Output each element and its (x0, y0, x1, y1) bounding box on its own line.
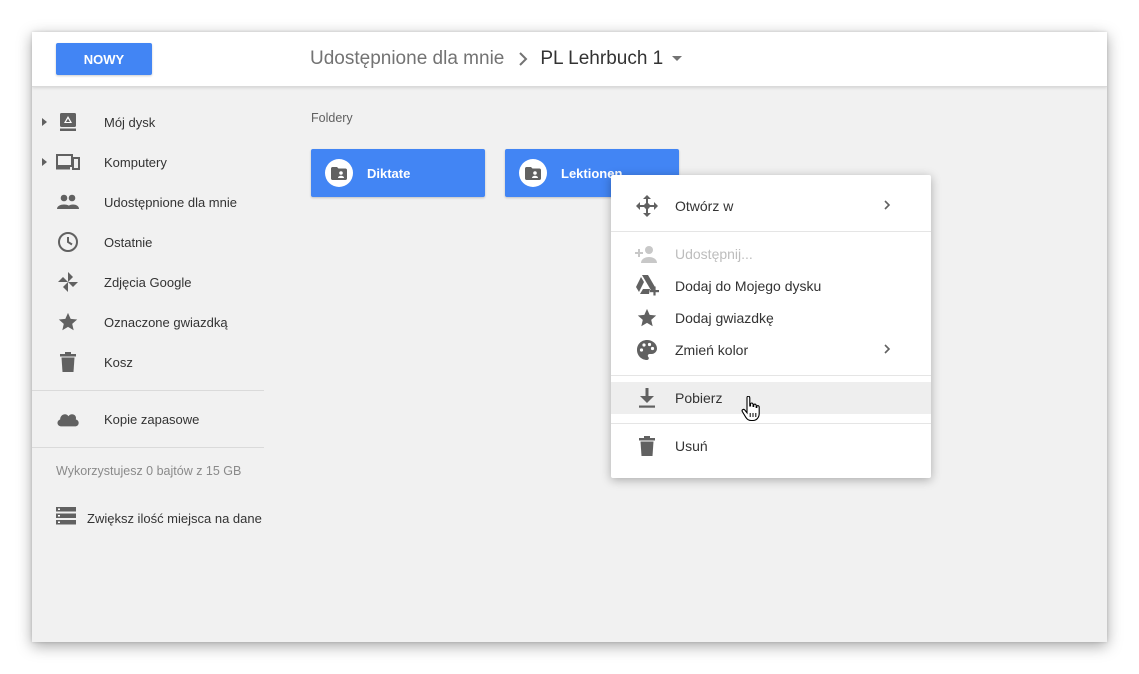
top-bar: NOWY Udostępnione dla mnie PL Lehrbuch 1 (32, 32, 1107, 87)
sidebar-item-label: Mój dysk (104, 115, 156, 130)
sidebar-item-shared[interactable]: Udostępnione dla mnie (32, 184, 272, 220)
clock-icon (56, 230, 80, 254)
my-drive-icon (56, 110, 80, 134)
menu-item-download[interactable]: Pobierz (611, 382, 931, 414)
folder-tile[interactable]: Diktate (311, 149, 485, 197)
sidebar-item-backups[interactable]: Kopie zapasowe (32, 401, 272, 437)
menu-item-delete[interactable]: Usuń (611, 430, 931, 462)
breadcrumb: Udostępnione dla mnie PL Lehrbuch 1 (310, 46, 683, 72)
upgrade-storage-label: Zwiększ ilość miejsca na dane (87, 510, 262, 526)
shared-folder-icon (325, 159, 353, 187)
breadcrumb-current[interactable]: PL Lehrbuch 1 (540, 48, 663, 70)
new-button[interactable]: NOWY (56, 43, 152, 75)
menu-divider (611, 423, 931, 424)
shared-people-icon (56, 190, 80, 214)
folders-heading: Foldery (311, 111, 353, 125)
download-icon (635, 386, 659, 410)
menu-item-label: Otwórz w (675, 198, 734, 214)
palette-icon (635, 338, 659, 362)
menu-item-add-star[interactable]: Dodaj gwiazdkę (611, 302, 931, 334)
storage-quota-text: Wykorzystujesz 0 bajtów z 15 GB (56, 464, 242, 478)
chevron-right-icon (883, 198, 891, 217)
sidebar-item-label: Zdjęcia Google (104, 275, 192, 290)
cloud-icon (56, 407, 80, 431)
sidebar-item-starred[interactable]: Oznaczone gwiazdką (32, 304, 272, 340)
sidebar-item-recent[interactable]: Ostatnie (32, 224, 272, 260)
menu-item-add-to-drive[interactable]: Dodaj do Mojego dysku (611, 270, 931, 302)
trash-icon (635, 434, 659, 458)
chevron-right-icon (518, 52, 528, 66)
upgrade-storage-link[interactable]: Zwiększ ilość miejsca na dane (56, 506, 262, 530)
menu-item-change-color[interactable]: Zmień kolor (611, 334, 931, 366)
sidebar-item-label: Kosz (104, 355, 133, 370)
breadcrumb-parent[interactable]: Udostępnione dla mnie (310, 48, 504, 70)
move-arrows-icon (635, 194, 659, 218)
computers-icon (56, 150, 80, 174)
menu-item-share: Udostępnij... (611, 238, 931, 270)
menu-divider (611, 231, 931, 232)
hand-cursor-icon (741, 395, 761, 427)
sidebar-item-label: Oznaczone gwiazdką (104, 315, 228, 330)
dropdown-arrow-icon[interactable] (672, 56, 683, 62)
trash-icon (56, 350, 80, 374)
menu-item-label: Usuń (675, 438, 708, 454)
sidebar-item-computers[interactable]: Komputery (32, 144, 272, 180)
menu-item-label: Pobierz (675, 390, 723, 406)
chevron-right-icon (883, 342, 891, 361)
sidebar-item-label: Kopie zapasowe (104, 412, 200, 427)
sidebar-item-label: Ostatnie (104, 235, 153, 250)
sidebar-divider (32, 447, 264, 448)
shared-folder-icon (519, 159, 547, 187)
sidebar-item-label: Komputery (104, 155, 167, 170)
folder-name: Diktate (367, 166, 411, 181)
add-person-icon (635, 242, 659, 266)
sidebar-item-trash[interactable]: Kosz (32, 344, 272, 380)
menu-item-label: Dodaj do Mojego dysku (675, 278, 822, 294)
expand-arrow-icon[interactable] (42, 158, 47, 166)
sidebar-item-label: Udostępnione dla mnie (104, 195, 237, 210)
storage-icon (56, 506, 76, 530)
context-menu: Otwórz w Udostępnij... Dodaj do Mojego d… (611, 175, 931, 478)
menu-item-label: Dodaj gwiazdkę (675, 310, 774, 326)
star-icon (635, 306, 659, 330)
menu-item-open-with[interactable]: Otwórz w (611, 190, 931, 222)
menu-item-label: Udostępnij... (675, 246, 753, 262)
drive-add-icon (635, 274, 659, 298)
sidebar-item-my-drive[interactable]: Mój dysk (32, 104, 272, 140)
drive-window: NOWY Udostępnione dla mnie PL Lehrbuch 1… (32, 32, 1107, 642)
menu-divider (611, 375, 931, 376)
pinwheel-icon (56, 270, 80, 294)
sidebar-divider (32, 390, 264, 391)
star-icon (56, 310, 80, 334)
menu-item-label: Zmień kolor (675, 342, 749, 358)
expand-arrow-icon[interactable] (42, 118, 47, 126)
sidebar: Mój dysk Komputery Udostępnione dla mnie… (32, 87, 272, 642)
sidebar-item-google-photos[interactable]: Zdjęcia Google (32, 264, 272, 300)
